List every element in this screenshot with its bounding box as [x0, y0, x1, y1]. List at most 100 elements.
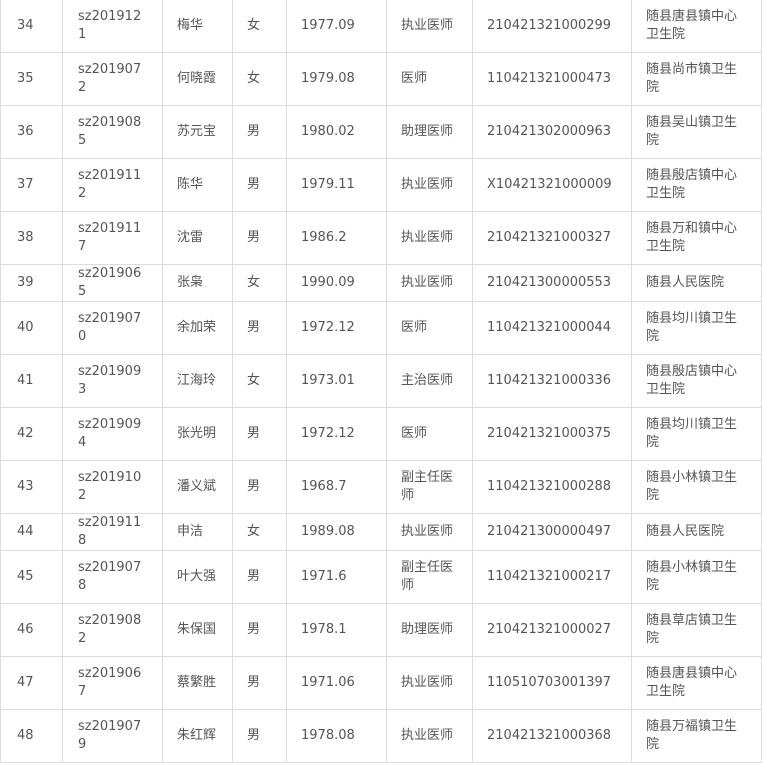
birth-date-cell: 1978.1 — [286, 603, 387, 657]
gender-cell: 男 — [232, 407, 287, 461]
registration-code-cell: sz2019118 — [62, 513, 163, 551]
work-unit-cell: 随县唐县镇中心卫生院 — [631, 0, 762, 53]
person-name-cell: 朱保国 — [162, 603, 233, 657]
person-name-cell: 余加荣 — [162, 301, 233, 355]
birth-date-cell: 1973.01 — [286, 354, 387, 408]
row-number-cell: 40 — [0, 301, 63, 355]
row-number-cell: 34 — [0, 0, 63, 53]
row-number-cell: 36 — [0, 105, 63, 159]
row-number-cell: 44 — [0, 513, 63, 551]
person-name-cell: 张枭 — [162, 264, 233, 302]
job-title-cell: 执业医师 — [386, 656, 473, 710]
job-title-cell: 执业医师 — [386, 158, 473, 212]
table-row: 47 sz2019067 蔡繁胜男 1971.06 执业医师 11051070300139… — [0, 656, 762, 710]
registration-code-cell: sz2019082 — [62, 603, 163, 657]
table-row: 34 sz2019121 梅华女 1977.09 执业医师 210421321000299… — [0, 0, 762, 53]
birth-date-cell: 1972.12 — [286, 407, 387, 461]
work-unit-cell: 随县草店镇卫生院 — [631, 603, 762, 657]
certificate-number-cell: 110421321000044 — [472, 301, 632, 355]
certificate-number-cell: 210421321000299 — [472, 0, 632, 53]
registration-code-cell: sz2019072 — [62, 52, 163, 106]
job-title-cell: 执业医师 — [386, 264, 473, 302]
work-unit-cell: 随县吴山镇卫生院 — [631, 105, 762, 159]
row-number-cell: 45 — [0, 550, 63, 604]
person-name-cell: 陈华 — [162, 158, 233, 212]
work-unit-cell: 随县人民医院 — [631, 264, 762, 302]
table-row: 35 sz2019072 何晓霞女 1979.08 医师 110421321000473 随… — [0, 52, 762, 106]
work-unit-cell: 随县小林镇卫生院 — [631, 460, 762, 514]
certificate-number-cell: 110421321000336 — [472, 354, 632, 408]
row-number-cell: 42 — [0, 407, 63, 461]
gender-cell: 男 — [232, 301, 287, 355]
registration-code-cell: sz2019117 — [62, 211, 163, 265]
row-number-cell: 48 — [0, 709, 63, 763]
birth-date-cell: 1989.08 — [286, 513, 387, 551]
birth-date-cell: 1986.2 — [286, 211, 387, 265]
work-unit-cell: 随县殷店镇中心卫生院 — [631, 354, 762, 408]
gender-cell: 女 — [232, 264, 287, 302]
job-title-cell: 执业医师 — [386, 0, 473, 53]
job-title-cell: 助理医师 — [386, 105, 473, 159]
registration-code-cell: sz2019121 — [62, 0, 163, 53]
work-unit-cell: 随县均川镇卫生院 — [631, 407, 762, 461]
gender-cell: 男 — [232, 105, 287, 159]
person-name-cell: 张光明 — [162, 407, 233, 461]
registration-code-cell: sz2019112 — [62, 158, 163, 212]
table-row: 45 sz2019078 叶大强男 1971.6 副主任医师 11042132100021… — [0, 550, 762, 604]
birth-date-cell: 1979.11 — [286, 158, 387, 212]
certificate-number-cell: 210421321000368 — [472, 709, 632, 763]
table-row: 37 sz2019112 陈华男 1979.11 执业医师 X10421321000009… — [0, 158, 762, 212]
row-number-cell: 39 — [0, 264, 63, 302]
certificate-number-cell: X10421321000009 — [472, 158, 632, 212]
birth-date-cell: 1980.02 — [286, 105, 387, 159]
person-name-cell: 申洁 — [162, 513, 233, 551]
work-unit-cell: 随县万和镇中心卫生院 — [631, 211, 762, 265]
work-unit-cell: 随县小林镇卫生院 — [631, 550, 762, 604]
work-unit-cell: 随县唐县镇中心卫生院 — [631, 656, 762, 710]
birth-date-cell: 1978.08 — [286, 709, 387, 763]
table-row: 41 sz2019093 江海玲女 1973.01 主治医师 11042132100033… — [0, 354, 762, 408]
row-number-cell: 38 — [0, 211, 63, 265]
gender-cell: 女 — [232, 354, 287, 408]
job-title-cell: 助理医师 — [386, 603, 473, 657]
birth-date-cell: 1977.09 — [286, 0, 387, 53]
person-name-cell: 朱红辉 — [162, 709, 233, 763]
work-unit-cell: 随县尚市镇卫生院 — [631, 52, 762, 106]
person-name-cell: 梅华 — [162, 0, 233, 53]
job-title-cell: 执业医师 — [386, 513, 473, 551]
gender-cell: 男 — [232, 211, 287, 265]
table-container: 34 sz2019121 梅华女 1977.09 执业医师 210421321000299… — [0, 0, 762, 763]
table-body: 34 sz2019121 梅华女 1977.09 执业医师 210421321000299… — [0, 0, 762, 763]
row-number-cell: 35 — [0, 52, 63, 106]
table-row: 40 sz2019070 余加荣男 1972.12 医师 110421321000044 随… — [0, 301, 762, 355]
job-title-cell: 副主任医师 — [386, 550, 473, 604]
table-row: 38 sz2019117 沈雷男 1986.2 执业医师 210421321000327 随… — [0, 211, 762, 265]
job-title-cell: 医师 — [386, 52, 473, 106]
gender-cell: 男 — [232, 709, 287, 763]
registration-code-cell: sz2019078 — [62, 550, 163, 604]
job-title-cell: 医师 — [386, 301, 473, 355]
row-number-cell: 41 — [0, 354, 63, 408]
certificate-number-cell: 110510703001397 — [472, 656, 632, 710]
work-unit-cell: 随县万福镇卫生院 — [631, 709, 762, 763]
personnel-table: 34 sz2019121 梅华女 1977.09 执业医师 210421321000299… — [0, 0, 762, 763]
certificate-number-cell: 210421302000963 — [472, 105, 632, 159]
certificate-number-cell: 210421321000027 — [472, 603, 632, 657]
job-title-cell: 执业医师 — [386, 211, 473, 265]
birth-date-cell: 1971.6 — [286, 550, 387, 604]
registration-code-cell: sz2019094 — [62, 407, 163, 461]
person-name-cell: 潘义斌 — [162, 460, 233, 514]
registration-code-cell: sz2019065 — [62, 264, 163, 302]
work-unit-cell: 随县均川镇卫生院 — [631, 301, 762, 355]
table-row: 39 sz2019065 张枭女 1990.09 执业医师 210421300000553… — [0, 264, 762, 302]
birth-date-cell: 1979.08 — [286, 52, 387, 106]
certificate-number-cell: 210421321000327 — [472, 211, 632, 265]
registration-code-cell: sz2019079 — [62, 709, 163, 763]
certificate-number-cell: 210421300000497 — [472, 513, 632, 551]
job-title-cell: 执业医师 — [386, 709, 473, 763]
birth-date-cell: 1990.09 — [286, 264, 387, 302]
job-title-cell: 主治医师 — [386, 354, 473, 408]
gender-cell: 女 — [232, 0, 287, 53]
gender-cell: 女 — [232, 513, 287, 551]
table-row: 42 sz2019094 张光明男 1972.12 医师 210421321000375 随… — [0, 407, 762, 461]
